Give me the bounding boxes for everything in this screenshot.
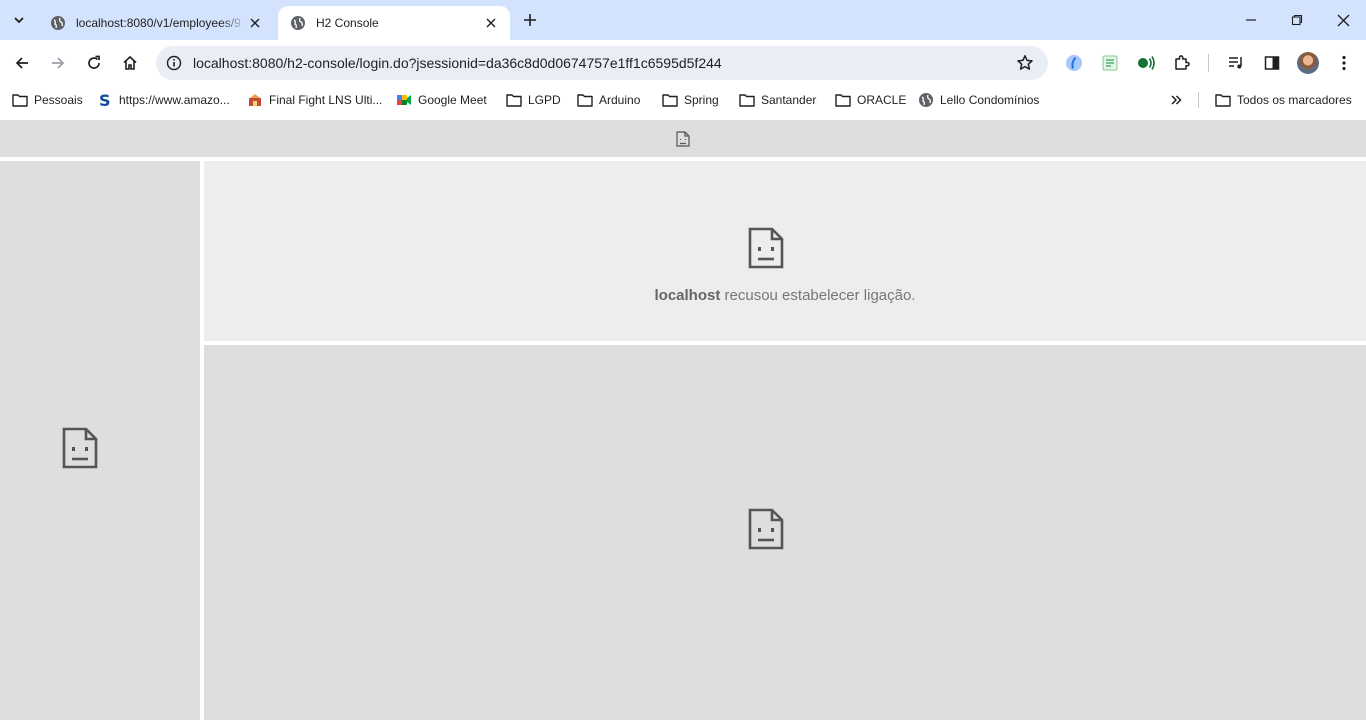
restore-icon [1291,14,1303,26]
new-tab-button[interactable] [518,8,542,32]
bookmark-label: Spring [684,93,719,107]
svg-text:S: S [99,92,111,108]
folder-icon [506,92,522,108]
all-bookmarks-button[interactable]: Todos os marcadores [1215,89,1352,111]
minimize-button[interactable] [1228,0,1274,40]
bookmark-item[interactable]: ORACLE [835,89,906,111]
address-bar[interactable]: localhost:8080/h2-console/login.do?jsess… [156,46,1048,80]
profile-avatar[interactable] [1297,52,1319,74]
home-button[interactable] [114,47,146,79]
bookmark-label: LGPD [528,93,561,107]
tab-h2-console[interactable]: H2 Console [278,6,510,40]
globe-icon [290,15,306,31]
double-chevron-right-icon [1170,94,1182,106]
result-frame [204,345,1366,720]
bookmarks-divider [1198,92,1199,108]
arrow-left-icon [14,55,30,71]
reload-button[interactable] [78,47,110,79]
folder-icon [739,92,755,108]
globe-icon [50,15,66,31]
tab-strip: localhost:8080/v1/employees/9 H2 Console [0,0,1366,40]
bookmark-label: Lello Condomínios [940,93,1040,107]
close-icon[interactable] [482,14,500,32]
navigation-toolbar: localhost:8080/h2-console/login.do?jsess… [0,40,1366,86]
plus-icon [523,13,537,27]
site-info-icon[interactable] [162,51,186,75]
tables-frame [0,161,200,720]
extension-blue-icon[interactable] [1062,51,1086,75]
close-icon[interactable] [246,14,264,32]
kebab-menu-icon[interactable] [1332,51,1356,75]
bookmark-label: Google Meet [418,93,487,107]
google-meet-icon [396,92,412,108]
reload-icon [86,55,102,71]
bookmark-label: Final Fight LNS Ulti... [269,93,383,107]
bookmark-item[interactable]: Google Meet [396,89,487,111]
bookmark-item[interactable]: LGPD [506,89,561,111]
bookmark-item[interactable]: Santander [739,89,816,111]
media-control-icon[interactable] [1224,51,1248,75]
extension-sheet-icon[interactable] [1098,51,1122,75]
bookmark-label: ORACLE [857,93,907,107]
tab-search-button[interactable] [6,7,32,33]
tab-employees[interactable]: localhost:8080/v1/employees/9 [38,6,274,40]
toolbar-divider [1208,54,1209,72]
folder-icon [662,92,678,108]
more-bookmarks-button[interactable] [1166,90,1186,110]
folder-icon [835,92,851,108]
error-text: recusou estabelecer ligação. [720,287,916,304]
side-panel-icon[interactable] [1260,51,1284,75]
page-content: localhost recusou estabelecer ligação. [0,120,1366,720]
bookmark-item[interactable]: Arduino [577,89,640,111]
tab-title: H2 Console [316,16,379,30]
bookmark-label: Santander [761,93,817,107]
tab-title: localhost:8080/v1/employees/9 [76,16,241,30]
minimize-icon [1245,14,1257,26]
chevron-down-icon [13,14,25,26]
header-frame [0,120,1366,157]
bookmark-item[interactable]: Lello Condomínios [918,89,1039,111]
bookmark-label: Arduino [599,93,641,107]
error-host: localhost [654,287,721,304]
bookmark-label: Todos os marcadores [1237,93,1352,107]
home-icon [122,55,138,71]
bookmark-item[interactable]: Spring [662,89,719,111]
bookmark-item[interactable]: S https://www.amazo... [97,89,230,111]
bookmark-item[interactable]: Final Fight LNS Ulti... [247,89,382,111]
sad-page-icon [748,227,784,269]
s-logo-icon: S [97,92,113,108]
extension-green-icon[interactable] [1134,51,1158,75]
close-icon [1337,14,1350,27]
folder-icon [12,92,28,108]
sad-page-icon [62,427,98,469]
query-frame: localhost recusou estabelecer ligação. [204,161,1366,341]
bookmarks-bar: Pessoais S https://www.amazo... Final Fi… [0,86,1366,114]
close-window-button[interactable] [1320,0,1366,40]
restore-button[interactable] [1274,0,1320,40]
folder-icon [577,92,593,108]
url-text[interactable]: localhost:8080/h2-console/login.do?jsess… [193,55,722,71]
bookmark-label: Pessoais [34,93,83,107]
arrow-right-icon [50,55,66,71]
forward-button[interactable] [42,47,74,79]
bookmark-label: https://www.amazo... [119,93,230,107]
connection-refused-message: localhost recusou estabelecer ligação. [204,287,1366,304]
broken-page-icon [676,130,690,147]
game-favicon [247,92,263,108]
globe-icon [918,92,934,108]
back-button[interactable] [6,47,38,79]
bookmark-star-icon[interactable] [1014,52,1036,74]
extensions-puzzle-icon[interactable] [1170,51,1194,75]
sad-page-icon [748,508,784,550]
folder-icon [1215,92,1231,108]
bookmark-item[interactable]: Pessoais [12,89,83,111]
